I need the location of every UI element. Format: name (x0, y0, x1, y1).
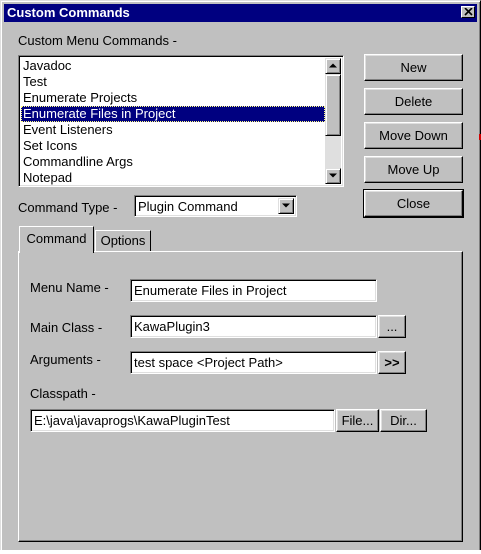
dir-button-label: Dir... (390, 413, 417, 428)
main-class-label: Main Class - (30, 320, 103, 335)
commands-list: Javadoc Test Enumerate Projects Enumerat… (21, 58, 325, 186)
down-arrow-icon (329, 173, 337, 178)
commands-listbox[interactable]: Javadoc Test Enumerate Projects Enumerat… (18, 55, 344, 187)
file-button-label: File... (341, 413, 374, 428)
close-window-button[interactable] (461, 6, 475, 18)
menu-name-input[interactable]: Enumerate Files in Project (130, 279, 377, 302)
dir-button[interactable]: Dir... (380, 409, 427, 432)
command-type-label: Command Type - (18, 200, 118, 215)
list-item[interactable]: Notepad (21, 170, 325, 186)
scroll-down-button[interactable] (325, 168, 341, 184)
list-item[interactable]: Set Icons (21, 138, 325, 154)
list-item[interactable]: Enumerate Projects (21, 90, 325, 106)
commands-list-label: Custom Menu Commands - (18, 33, 177, 48)
classpath-label: Classpath - (30, 386, 96, 401)
tab-command-label: Command (26, 231, 87, 246)
up-arrow-icon (329, 63, 337, 68)
command-type-select[interactable]: Plugin Command (134, 195, 297, 217)
main-class-value: KawaPlugin3 (134, 319, 210, 334)
list-item[interactable]: Commandline Args (21, 154, 325, 170)
arguments-label: Arguments - (30, 352, 101, 367)
main-class-input[interactable]: KawaPlugin3 (130, 315, 377, 338)
close-button-label: Close (396, 196, 431, 211)
browse-class-button-label: ... (386, 319, 398, 334)
move-up-button-label: Move Up (387, 162, 440, 177)
list-vertical-scrollbar[interactable] (325, 58, 341, 184)
arguments-input[interactable]: test space <Project Path> (130, 351, 377, 374)
delete-button[interactable]: Delete (364, 88, 463, 115)
file-button[interactable]: File... (336, 409, 379, 432)
list-item[interactable]: Javadoc (21, 58, 325, 74)
move-up-button[interactable]: Move Up (364, 156, 463, 183)
close-button[interactable]: Close (363, 189, 464, 218)
list-item[interactable]: Test (21, 74, 325, 90)
browse-class-button[interactable]: ... (378, 315, 406, 338)
menu-name-label: Menu Name - (30, 280, 109, 295)
window-title: Custom Commands (7, 5, 130, 20)
tab-command[interactable]: Command (19, 226, 94, 253)
command-type-value: Plugin Command (138, 199, 238, 214)
title-bar: Custom Commands (4, 4, 477, 22)
custom-commands-dialog: Custom Commands Custom Menu Commands - J… (0, 0, 481, 552)
scroll-thumb[interactable] (325, 74, 341, 136)
chevron-down-icon (282, 203, 290, 208)
list-item-selected[interactable]: Enumerate Files in Project (21, 106, 325, 122)
classpath-input[interactable]: E:\java\javaprogs\KawaPluginTest (30, 409, 335, 432)
list-item[interactable]: Event Listeners (21, 122, 325, 138)
menu-name-value: Enumerate Files in Project (134, 283, 287, 298)
new-button[interactable]: New (364, 54, 463, 81)
move-down-button[interactable]: Move Down (364, 122, 463, 149)
desktop-background (0, 550, 481, 554)
tab-options[interactable]: Options (95, 230, 151, 252)
tab-options-label: Options (100, 233, 146, 248)
insert-macro-button-label: >> (384, 355, 400, 370)
new-button-label: New (400, 60, 427, 75)
scroll-up-button[interactable] (325, 58, 341, 74)
classpath-value: E:\java\javaprogs\KawaPluginTest (34, 413, 230, 428)
arguments-value: test space <Project Path> (134, 355, 283, 370)
close-icon (464, 8, 473, 16)
delete-button-label: Delete (394, 94, 433, 109)
move-down-button-label: Move Down (379, 128, 448, 143)
insert-macro-button[interactable]: >> (378, 351, 406, 374)
command-type-dropdown-button[interactable] (278, 198, 294, 214)
